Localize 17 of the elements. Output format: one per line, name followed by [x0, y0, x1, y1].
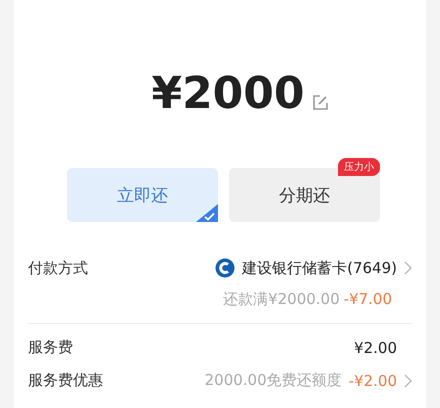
chevron-right-icon[interactable] [404, 261, 412, 275]
fee-label: 服务费优惠 [28, 371, 103, 390]
fee-discount: -¥2.00 [348, 372, 397, 390]
fee-note: 2000.00免费还额度 [204, 371, 342, 390]
bank-card-text[interactable]: 建设银行储蓄卡(7649) [242, 258, 397, 278]
edit-icon[interactable] [310, 94, 329, 112]
bank-logo-icon [215, 258, 236, 278]
amount-text: ¥2000 [151, 67, 305, 121]
fee-label: 服务费 [28, 338, 73, 357]
repay-option-tab[interactable]: 立即还 [67, 168, 218, 222]
option-badge: 压力小 [338, 158, 380, 176]
chevron-right-icon[interactable] [404, 374, 412, 388]
check-corner-icon [196, 204, 218, 222]
discount-amount: -¥7.00 [344, 290, 392, 309]
discount-note: 还款满¥2000.00 [223, 290, 340, 309]
fee-value: ¥2.00 [354, 338, 397, 356]
row-label: 付款方式 [28, 258, 88, 278]
